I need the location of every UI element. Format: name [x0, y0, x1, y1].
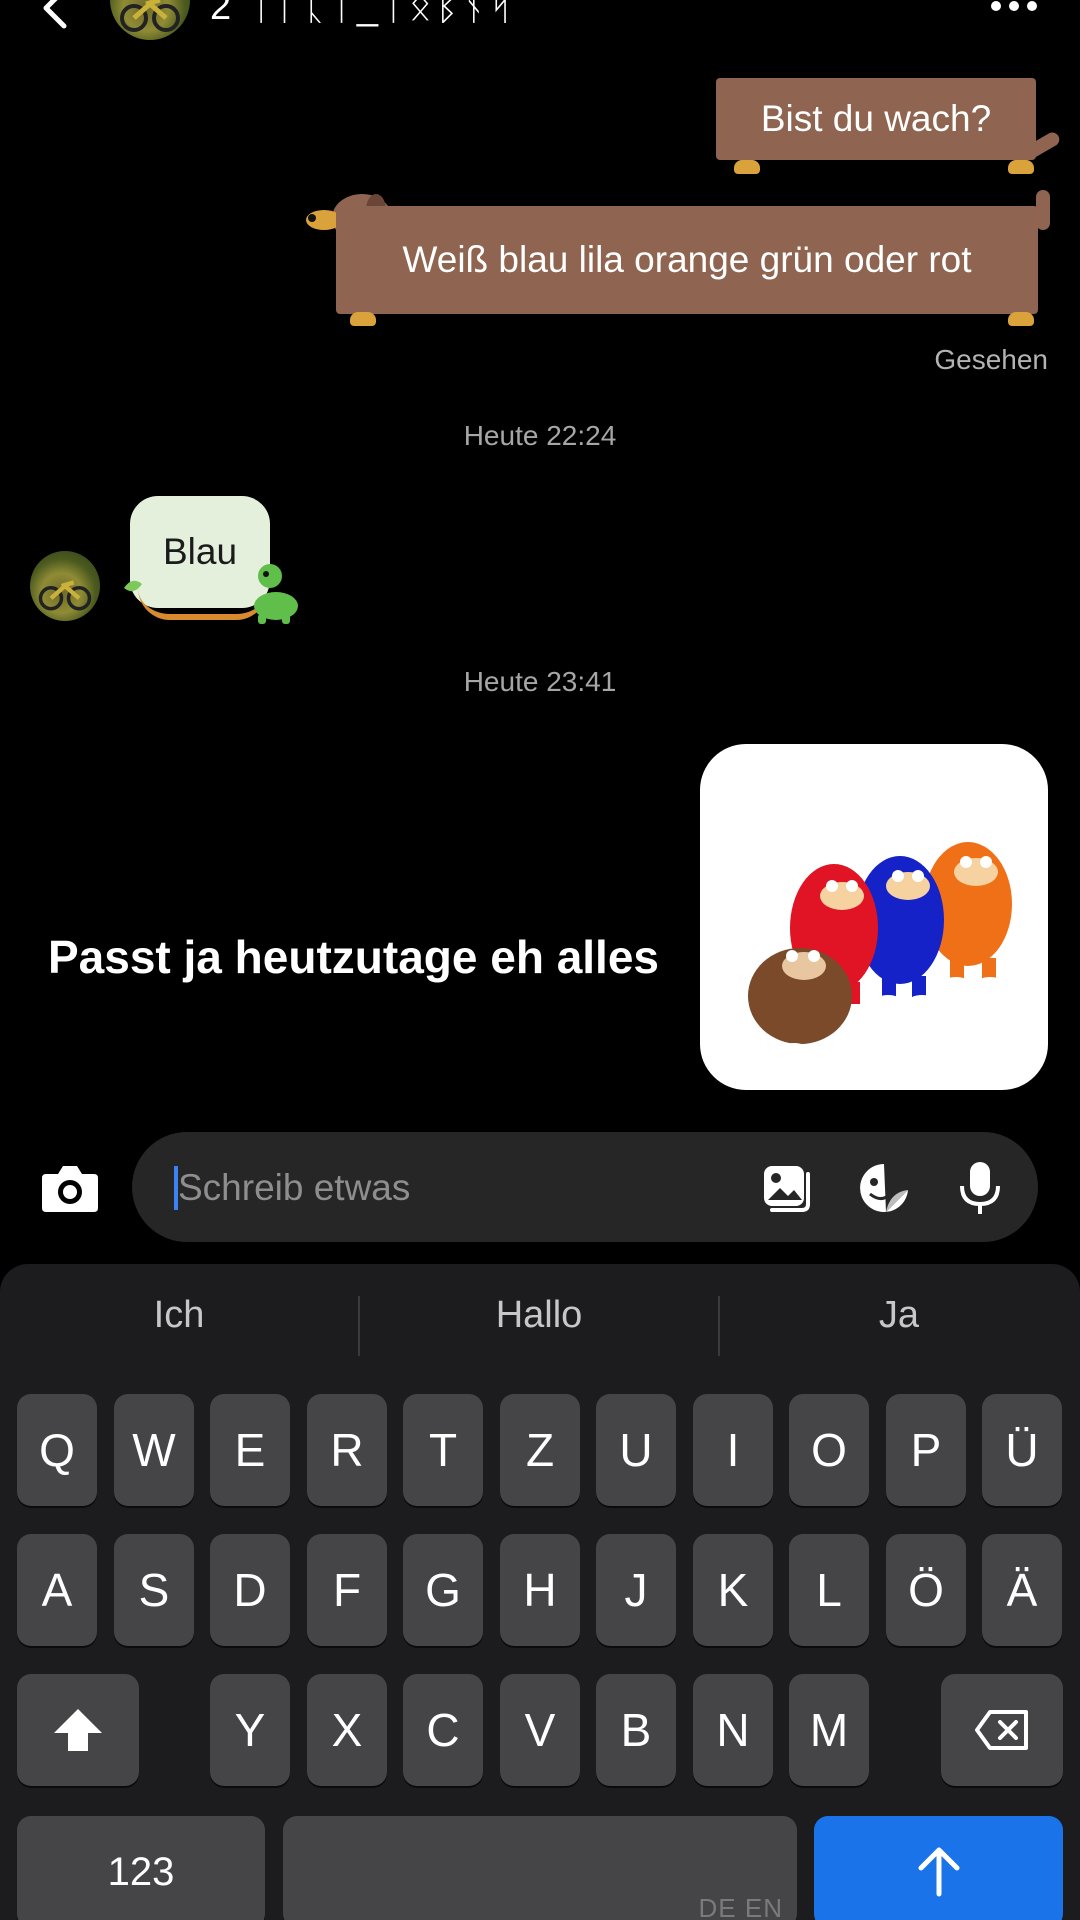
send-arrow-icon [918, 1847, 959, 1897]
message-input[interactable] [176, 1154, 740, 1222]
key-v[interactable]: V [500, 1674, 580, 1786]
backspace-key[interactable] [941, 1674, 1063, 1786]
language-label: DE EN [698, 1893, 783, 1920]
suggestion-2[interactable]: Hallo [360, 1294, 718, 1337]
onscreen-keyboard: Ich Hallo Ja Q W E R T Z U I O P Ü A S D… [0, 1264, 1080, 1920]
gallery-icon [764, 1166, 810, 1212]
key-t[interactable]: T [403, 1394, 483, 1506]
key-m[interactable]: M [789, 1674, 869, 1786]
key-q[interactable]: Q [17, 1394, 97, 1506]
key-h[interactable]: H [500, 1534, 580, 1646]
dog-paw [1008, 312, 1034, 326]
backspace-icon [975, 1710, 1028, 1750]
turtle-tail-icon [124, 580, 142, 592]
message-text: Blau [162, 531, 238, 572]
voice-message-button[interactable] [952, 1160, 1008, 1216]
key-p[interactable]: P [886, 1394, 966, 1506]
chat-screen: 2 ᛏᚩᚳᛏ_ᛏᛟᛒᚾᛋ Bist du wach? Weiß blau lil… [0, 0, 1080, 1920]
back-button[interactable] [36, 0, 76, 36]
message-composer [0, 1132, 1080, 1244]
message-bubble: Bist du wach? [716, 78, 1036, 160]
dog-paw [350, 312, 376, 326]
chevron-left-icon [43, 0, 67, 29]
timestamp: Heute 23:41 [463, 666, 617, 697]
shift-icon [54, 1709, 102, 1751]
key-o[interactable]: O [789, 1394, 869, 1506]
key-a[interactable]: A [17, 1534, 97, 1646]
key-y[interactable]: Y [210, 1674, 290, 1786]
microphone-icon [960, 1162, 1000, 1214]
suggestion-3[interactable]: Ja [720, 1294, 1078, 1337]
key-i[interactable]: I [693, 1394, 773, 1506]
more-dots-icon [991, 1, 1037, 11]
key-c[interactable]: C [403, 1674, 483, 1786]
sticker-icon [860, 1164, 908, 1212]
suggestion-1[interactable]: Ich [0, 1294, 358, 1337]
message-bubble: Weiß blau lila orange grün oder rot [336, 206, 1038, 314]
key-r[interactable]: R [307, 1394, 387, 1506]
timestamp: Heute 22:24 [463, 420, 617, 451]
sender-avatar[interactable] [30, 551, 100, 621]
key-x[interactable]: X [307, 1674, 387, 1786]
key-f[interactable]: F [307, 1534, 387, 1646]
key-ue[interactable]: Ü [982, 1394, 1062, 1506]
turtle-icon [254, 564, 298, 624]
numbers-key[interactable]: 123 [17, 1816, 265, 1920]
seen-status: Gesehen [934, 344, 1048, 375]
sticker-message[interactable] [700, 744, 1048, 1090]
suggestion-bar: Ich Hallo Ja [0, 1264, 1080, 1384]
key-z[interactable]: Z [500, 1394, 580, 1506]
space-key[interactable]: DE EN [283, 1816, 797, 1920]
key-oe[interactable]: Ö [886, 1534, 966, 1646]
key-w[interactable]: W [114, 1394, 194, 1506]
key-s[interactable]: S [114, 1534, 194, 1646]
key-u[interactable]: U [596, 1394, 676, 1506]
key-l[interactable]: L [789, 1534, 869, 1646]
key-j[interactable]: J [596, 1534, 676, 1646]
contact-name[interactable]: 2 ᛏᚩᚳᛏ_ᛏᛟᛒᚾᛋ [210, 0, 516, 29]
key-k[interactable]: K [693, 1534, 773, 1646]
key-ae[interactable]: Ä [982, 1534, 1062, 1646]
contact-avatar[interactable] [110, 0, 190, 40]
key-g[interactable]: G [403, 1534, 483, 1646]
key-e[interactable]: E [210, 1394, 290, 1506]
key-d[interactable]: D [210, 1534, 290, 1646]
send-button[interactable] [814, 1816, 1063, 1920]
message-text: Bist du wach? [760, 98, 992, 139]
dog-tail [1036, 190, 1050, 230]
sticker-button[interactable] [856, 1160, 912, 1216]
dog-paw [1008, 160, 1034, 174]
knuckles-sticker-image [742, 842, 1012, 1057]
dog-paw [734, 160, 760, 174]
gallery-button[interactable] [760, 1160, 816, 1216]
key-b[interactable]: B [596, 1674, 676, 1786]
camera-icon [42, 1166, 98, 1212]
motorbike-avatar-image [120, 0, 180, 32]
more-options-button[interactable] [984, 0, 1044, 16]
caption-overlay-text: Passt ja heutzutage eh alles [48, 931, 660, 983]
key-n[interactable]: N [693, 1674, 773, 1786]
message-text: Weiß blau lila orange grün oder rot [402, 239, 972, 280]
camera-button[interactable] [40, 1160, 100, 1216]
chat-header: 2 ᛏᚩᚳᛏ_ᛏᛟᛒᚾᛋ [0, 0, 1080, 60]
shift-key[interactable] [17, 1674, 139, 1786]
motorbike-avatar-image [38, 580, 92, 611]
